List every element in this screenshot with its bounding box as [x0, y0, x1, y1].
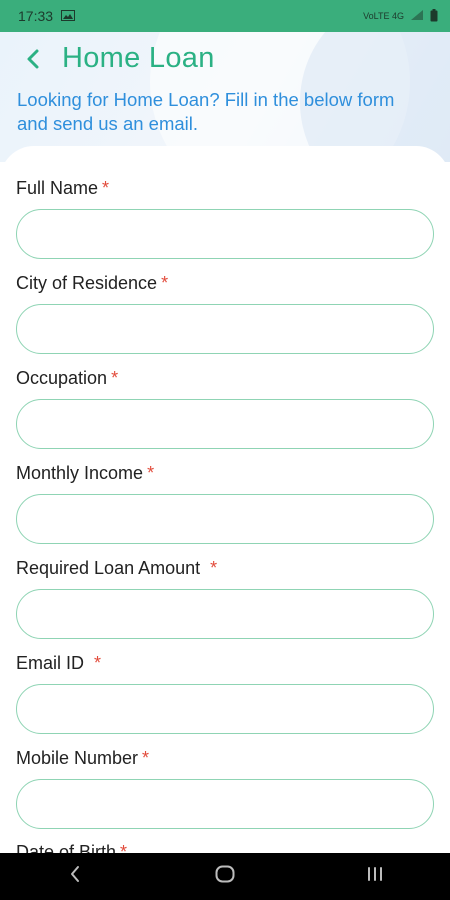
field-label: City of Residence * — [16, 273, 169, 293]
required-mark: * — [94, 653, 102, 673]
required-mark: * — [102, 178, 110, 198]
field-label: Monthly Income * — [16, 463, 155, 483]
field-email: Email ID * — [16, 651, 434, 734]
status-time: 17:33 — [18, 8, 54, 24]
mobile-input[interactable] — [16, 779, 434, 829]
nav-back-button[interactable] — [45, 857, 105, 897]
chevron-left-icon — [25, 48, 41, 75]
email-input[interactable] — [16, 684, 434, 734]
field-label: Email ID * — [16, 653, 102, 673]
field-occupation: Occupation * — [16, 366, 434, 449]
required-mark: * — [111, 368, 119, 388]
loan-amount-input[interactable] — [16, 589, 434, 639]
volte-label: VoLTE 4G — [363, 11, 404, 21]
field-label: Required Loan Amount * — [16, 558, 218, 578]
field-label: Full Name * — [16, 178, 110, 198]
required-mark: * — [161, 273, 169, 293]
field-full-name: Full Name * — [16, 176, 434, 259]
system-nav-bar — [0, 853, 450, 900]
monthly-income-input[interactable] — [16, 494, 434, 544]
status-bar: 17:33 VoLTE 4G — [0, 0, 450, 32]
recents-icon — [366, 866, 384, 887]
back-icon — [69, 865, 81, 888]
page-title: Home Loan — [62, 42, 215, 74]
required-mark: * — [142, 748, 150, 768]
back-button[interactable] — [16, 44, 50, 78]
required-mark: * — [147, 463, 155, 483]
occupation-input[interactable] — [16, 399, 434, 449]
field-label: Mobile Number * — [16, 748, 150, 768]
field-label: Occupation * — [16, 368, 119, 388]
nav-recents-button[interactable] — [345, 857, 405, 897]
home-icon — [215, 865, 235, 888]
full-name-input[interactable] — [16, 209, 434, 259]
status-icons: VoLTE 4G — [363, 8, 438, 24]
field-label: Date of Birth * — [16, 840, 434, 854]
gallery-icon — [61, 8, 76, 24]
city-input[interactable] — [16, 304, 434, 354]
page-subtitle: Looking for Home Loan? Fill in the below… — [17, 89, 395, 134]
field-loan-amount: Required Loan Amount * — [16, 556, 434, 639]
required-mark: * — [210, 558, 218, 578]
signal-icon — [410, 9, 424, 23]
nav-home-button[interactable] — [195, 857, 255, 897]
loan-form: Full Name * City of Residence * Occupation… — [0, 146, 450, 854]
field-dob: Date of Birth * — [16, 840, 434, 854]
field-monthly-income: Monthly Income * — [16, 461, 434, 544]
field-mobile: Mobile Number * — [16, 746, 434, 829]
battery-icon — [430, 8, 438, 24]
field-city: City of Residence * — [16, 271, 434, 354]
